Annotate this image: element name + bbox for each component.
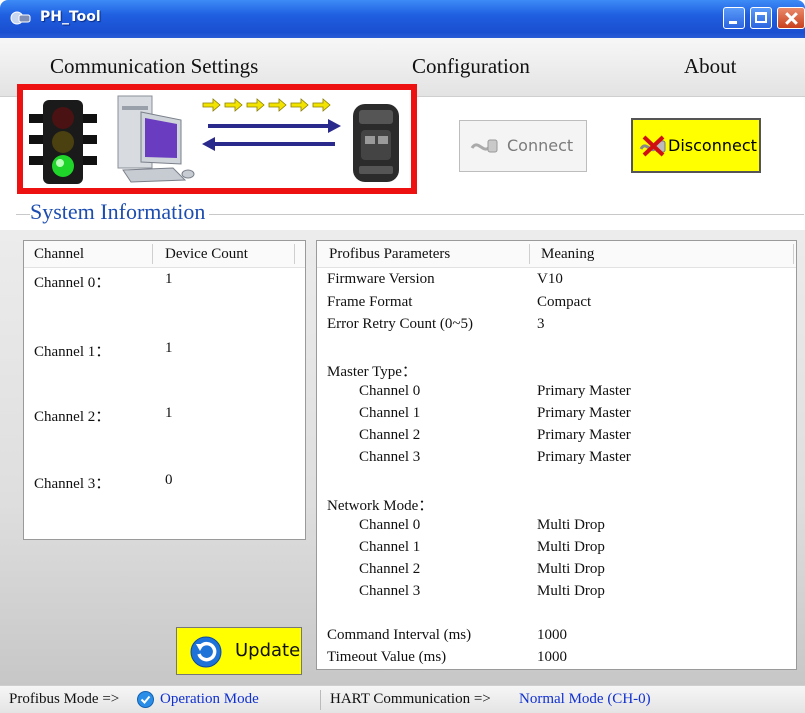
param-value: 3 <box>537 316 545 332</box>
connect-button[interactable]: Connect <box>459 120 587 172</box>
minimize-button[interactable] <box>723 7 745 29</box>
menu-about[interactable]: About <box>684 54 737 79</box>
param-value: Multi Drop <box>537 561 605 577</box>
column-header-meaning[interactable]: Meaning <box>541 246 594 263</box>
param-name: Timeout Value (ms) <box>327 649 447 665</box>
window-title: PH_Tool <box>40 9 101 25</box>
param-value: 1000 <box>537 649 567 665</box>
channel-row-count: 1 <box>165 271 173 287</box>
channel-row-count: 0 <box>165 472 173 488</box>
column-header-profibus-parameters[interactable]: Profibus Parameters <box>329 246 450 263</box>
disconnect-label: Disconnect <box>668 136 757 155</box>
param-value: Primary Master <box>537 383 631 399</box>
status-bar: Profibus Mode => Operation Mode HART Com… <box>0 685 805 713</box>
connection-diagram-icon <box>29 95 399 184</box>
param-value: Multi Drop <box>537 539 605 555</box>
param-value: Multi Drop <box>537 517 605 533</box>
connect-label: Connect <box>507 136 574 155</box>
channel-row-label: Channel 1： <box>34 344 111 360</box>
param-name: Channel 2 <box>359 561 421 577</box>
param-value: Compact <box>537 294 592 310</box>
update-button[interactable]: Update <box>176 627 302 675</box>
param-value: Primary Master <box>537 405 631 421</box>
channel-row-count: 1 <box>165 405 173 421</box>
close-button[interactable] <box>777 7 805 29</box>
status-separator <box>320 690 321 710</box>
app-icon <box>10 11 31 25</box>
param-value: Primary Master <box>537 449 631 465</box>
column-header-channel[interactable]: Channel <box>34 246 84 263</box>
title-bar[interactable]: PH_Tool <box>0 0 805 38</box>
profibus-mode-label: Profibus Mode => <box>9 691 120 707</box>
param-name: Frame Format <box>327 294 413 310</box>
param-name: Channel 1 <box>359 539 421 555</box>
param-name: Channel 1 <box>359 405 421 421</box>
column-header-device-count[interactable]: Device Count <box>165 246 248 263</box>
param-name: Channel 3 <box>359 583 421 599</box>
hart-communication-value: Normal Mode (CH-0) <box>519 691 651 707</box>
system-information-title: System Information <box>30 199 210 225</box>
param-name: Firmware Version <box>327 271 435 287</box>
connection-status-banner <box>17 84 417 194</box>
profibus-parameters-list[interactable]: Profibus Parameters Meaning Firmware Ver… <box>316 240 797 670</box>
network-mode-heading: Network Mode： <box>327 498 434 514</box>
bidirectional-arrows-icon <box>202 119 341 151</box>
menu-configuration[interactable]: Configuration <box>412 54 530 79</box>
param-name: Channel 0 <box>359 517 421 533</box>
channel-row-label: Channel 3： <box>34 476 111 492</box>
hart-communication-label: HART Communication => <box>330 691 491 707</box>
channel-row-count: 1 <box>165 340 173 356</box>
profibus-mode-value: Operation Mode <box>160 691 259 707</box>
check-icon <box>137 691 154 708</box>
data-flow-arrows-icon <box>202 98 331 112</box>
device-icon <box>353 104 399 182</box>
channel-list[interactable]: Channel Device Count Channel 0： 1 Channe… <box>23 240 306 540</box>
channel-row-label: Channel 2： <box>34 409 111 425</box>
param-name: Command Interval (ms) <box>327 627 472 643</box>
param-name: Channel 2 <box>359 427 421 443</box>
param-value: Primary Master <box>537 427 631 443</box>
param-name: Channel 0 <box>359 383 421 399</box>
plug-icon <box>470 139 498 153</box>
app-window: PH_Tool Communication Settings Configura… <box>0 0 805 713</box>
update-label: Update <box>235 640 301 661</box>
disconnect-plug-icon <box>639 135 666 157</box>
refresh-icon <box>190 636 222 668</box>
channel-list-header: Channel Device Count <box>24 241 305 268</box>
param-value: Multi Drop <box>537 583 605 599</box>
param-name: Error Retry Count (0~5) <box>327 316 474 332</box>
computer-icon <box>117 95 195 183</box>
menu-communication-settings[interactable]: Communication Settings <box>50 54 258 79</box>
traffic-light-icon <box>29 100 97 184</box>
param-value: 1000 <box>537 627 567 643</box>
param-value: V10 <box>537 271 563 287</box>
disconnect-button[interactable]: Disconnect <box>631 118 761 173</box>
maximize-button[interactable] <box>750 7 772 29</box>
channel-row-label: Channel 0： <box>34 275 111 291</box>
param-name: Channel 3 <box>359 449 421 465</box>
parameters-header: Profibus Parameters Meaning <box>317 241 796 268</box>
master-type-heading: Master Type： <box>327 364 417 380</box>
